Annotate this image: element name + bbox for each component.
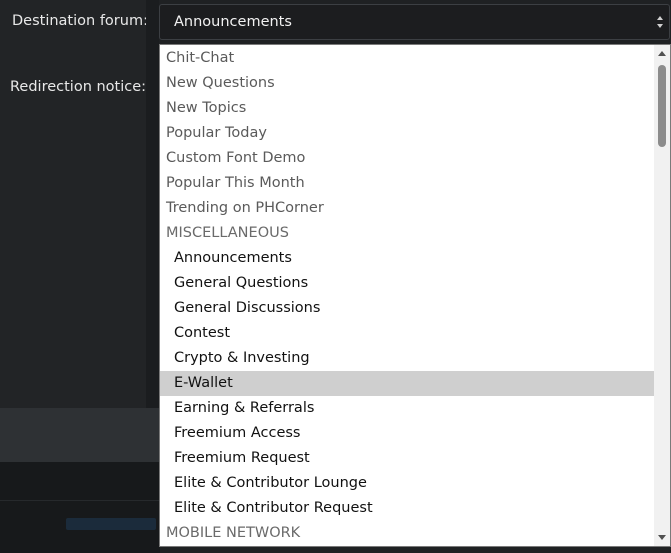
bottom-divider bbox=[0, 500, 160, 501]
dropdown-option[interactable]: E-Wallet bbox=[160, 371, 654, 396]
dropdown-group-header: MOBILE NETWORK bbox=[166, 525, 301, 541]
dropdown-option[interactable]: General Questions bbox=[160, 271, 654, 296]
dropdown-option-list: Chit-Chat New Questions New Topics Popular … bbox=[160, 46, 654, 546]
dropdown-option[interactable]: Earning & Referrals bbox=[160, 396, 654, 421]
dropdown-option[interactable]: Chit-Chat bbox=[160, 46, 654, 71]
dropdown-option[interactable]: Freemium Request bbox=[160, 446, 654, 471]
label-divider bbox=[146, 0, 159, 408]
dropdown-option[interactable]: Crypto & Investing bbox=[160, 346, 654, 371]
page-bottom-area bbox=[0, 462, 160, 553]
dropdown-option[interactable]: Elite & Contributor Request bbox=[160, 496, 654, 521]
dropdown-option[interactable]: Contest bbox=[160, 321, 654, 346]
destination-forum-dropdown[interactable]: Chit-Chat New Questions New Topics Popular … bbox=[159, 44, 671, 547]
destination-forum-selected-value: Announcements bbox=[174, 14, 292, 30]
label-column: Destination forum: Redirection notice: bbox=[0, 0, 148, 408]
dropdown-scrollbar[interactable] bbox=[654, 45, 670, 546]
dropdown-option[interactable]: Custom Font Demo bbox=[160, 146, 654, 171]
dropdown-option[interactable]: New Topics bbox=[160, 96, 654, 121]
dropdown-option[interactable]: Freemium Access bbox=[160, 421, 654, 446]
scrollbar-thumb[interactable] bbox=[658, 65, 666, 147]
scroll-up-arrow-icon[interactable] bbox=[658, 51, 666, 56]
dropdown-option[interactable]: Elite & Contributor Lounge bbox=[160, 471, 654, 496]
scroll-down-arrow-icon[interactable] bbox=[658, 535, 666, 540]
form-footer bbox=[0, 408, 160, 462]
footer-link[interactable] bbox=[66, 518, 156, 530]
dropdown-option[interactable]: General Discussions bbox=[160, 296, 654, 321]
dropdown-option[interactable]: Trending on PHCorner bbox=[160, 196, 654, 221]
select-updown-icon bbox=[656, 15, 664, 29]
move-thread-form: Destination forum: Redirection notice: A… bbox=[0, 0, 671, 553]
destination-forum-select[interactable]: Announcements bbox=[159, 4, 670, 40]
redirection-notice-label: Redirection notice: bbox=[10, 79, 147, 95]
dropdown-option[interactable]: New Questions bbox=[160, 71, 654, 96]
dropdown-option[interactable]: Announcements bbox=[160, 246, 654, 271]
dropdown-group-header: MISCELLANEOUS bbox=[166, 225, 289, 241]
dropdown-option[interactable]: Popular This Month bbox=[160, 171, 654, 196]
destination-forum-label: Destination forum: bbox=[12, 13, 148, 29]
dropdown-option[interactable]: Popular Today bbox=[160, 121, 654, 146]
